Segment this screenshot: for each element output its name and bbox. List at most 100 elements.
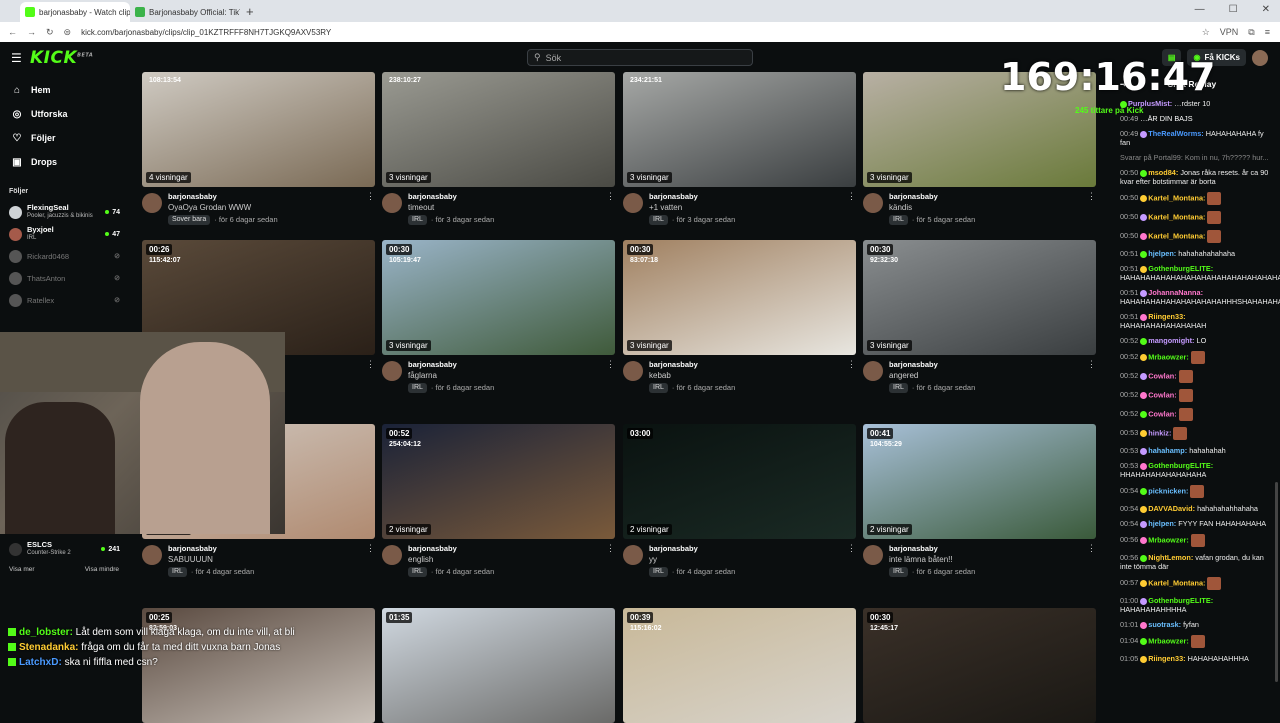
chat-username[interactable]: NightLemon:	[1148, 553, 1193, 562]
clip-thumbnail[interactable]: 238:10:27 3 visningar	[382, 72, 615, 187]
chat-username[interactable]: TheRealWorms:	[1148, 129, 1203, 138]
back-icon[interactable]: ←	[8, 27, 17, 37]
category-badge[interactable]: IRL	[649, 214, 668, 225]
show-more-button[interactable]: Visa mer	[9, 566, 35, 573]
chat-username[interactable]: Kartel_Montana:	[1148, 578, 1205, 587]
clip-card[interactable]: 115:16:02 00:39	[623, 608, 856, 723]
clip-title[interactable]: kebab	[649, 370, 735, 381]
more-options-icon[interactable]: ⋮	[366, 543, 375, 577]
chat-scrollbar[interactable]	[1275, 482, 1278, 682]
channel-avatar[interactable]	[623, 193, 643, 213]
maximize-button[interactable]: ☐	[1229, 4, 1238, 15]
chat-username[interactable]: hjelpen:	[1148, 519, 1176, 528]
clip-channel[interactable]: barjonasbaby	[408, 543, 494, 554]
clip-channel[interactable]: barjonasbaby	[408, 359, 494, 370]
category-badge[interactable]: IRL	[408, 566, 427, 577]
more-options-icon[interactable]: ⋮	[1087, 543, 1096, 577]
chat-username[interactable]: GothenburgELITE:	[1148, 264, 1213, 273]
clip-card[interactable]: 104:55:29 00:41 2 visningar barjonasbaby int…	[863, 424, 1096, 577]
channel-avatar[interactable]	[142, 545, 162, 565]
clip-title[interactable]: angered	[889, 370, 975, 381]
category-badge[interactable]: IRL	[408, 382, 427, 393]
clip-title[interactable]: SABUUUUN	[168, 554, 254, 565]
bookmark-icon[interactable]: ☆	[1202, 27, 1210, 38]
browser-tab-clips[interactable]: barjonasbaby - Watch clips on K ×	[20, 2, 130, 22]
chat-username[interactable]: Cowlan:	[1148, 390, 1176, 399]
chat-username[interactable]: picknicken:	[1148, 486, 1188, 495]
chat-username[interactable]: Kartel_Montana:	[1148, 193, 1205, 202]
following-item[interactable]: Rickard0468 ⊘	[0, 245, 126, 267]
chat-username[interactable]: hinkiz:	[1148, 428, 1171, 437]
forward-icon[interactable]: →	[27, 27, 36, 37]
more-options-icon[interactable]: ⋮	[606, 359, 615, 393]
category-badge[interactable]: IRL	[649, 382, 668, 393]
kick-logo[interactable]: KICKBETA	[30, 48, 93, 68]
clip-title[interactable]: yy	[649, 554, 735, 565]
chat-username[interactable]: Riingen33:	[1148, 654, 1185, 663]
clip-card[interactable]: 108:13:54 4 visningar barjonasbaby OyaOya G…	[142, 72, 375, 225]
reload-icon[interactable]: ↻	[46, 27, 54, 38]
chat-username[interactable]: hahahamp:	[1148, 446, 1187, 455]
more-options-icon[interactable]: ⋮	[366, 359, 375, 381]
recommended-item[interactable]: ESLCS Counter-Strike 2 241	[0, 538, 126, 560]
close-window-button[interactable]: ✕	[1262, 4, 1270, 15]
chat-username[interactable]: DAVVADavid:	[1148, 504, 1195, 513]
clip-channel[interactable]: barjonasbaby	[889, 543, 975, 554]
clip-title[interactable]: fåglarna	[408, 370, 494, 381]
vpn-button[interactable]: VPN	[1220, 27, 1239, 37]
more-options-icon[interactable]: ⋮	[1087, 191, 1096, 225]
clip-title[interactable]: inte lämna båten!!	[889, 554, 975, 565]
channel-avatar[interactable]	[863, 545, 883, 565]
category-badge[interactable]: IRL	[408, 214, 427, 225]
category-badge[interactable]: Sover bara	[168, 214, 211, 225]
clip-thumbnail[interactable]: 104:55:29 00:41 2 visningar	[863, 424, 1096, 539]
clip-title[interactable]: timeout	[408, 202, 494, 213]
channel-avatar[interactable]	[623, 545, 643, 565]
chat-username[interactable]: msod84:	[1148, 168, 1178, 177]
clip-thumbnail[interactable]: 108:13:54 4 visningar	[142, 72, 375, 187]
clip-thumbnail[interactable]: 83:07:18 00:30 3 visningar	[623, 240, 856, 355]
clip-thumbnail[interactable]: 03:00 2 visningar	[623, 424, 856, 539]
chat-username[interactable]: Kartel_Montana:	[1148, 231, 1205, 240]
chat-username[interactable]: hjelpen:	[1148, 249, 1176, 258]
site-info-icon[interactable]: ⊜	[64, 27, 72, 38]
clip-channel[interactable]: barjonasbaby	[649, 191, 735, 202]
sidebar-item-utforska[interactable]: ◎ Utforska	[0, 102, 126, 126]
clip-thumbnail[interactable]: 234:21:51 3 visningar	[623, 72, 856, 187]
more-options-icon[interactable]: ⋮	[606, 543, 615, 577]
clip-card[interactable]: 83:07:18 00:30 3 visningar barjonasbaby keba…	[623, 240, 856, 393]
clip-card[interactable]: 01:35	[382, 608, 615, 723]
clip-card[interactable]: 03:00 2 visningar barjonasbaby yy IRL · för 4…	[623, 424, 856, 577]
clip-title[interactable]: +1 vatten	[649, 202, 735, 213]
category-badge[interactable]: IRL	[889, 566, 908, 577]
clip-card[interactable]: 234:21:51 3 visningar barjonasbaby +1 vatte…	[623, 72, 856, 225]
user-avatar[interactable]	[1252, 49, 1268, 66]
clip-thumbnail[interactable]: 254:04:12 00:52 2 visningar	[382, 424, 615, 539]
more-options-icon[interactable]: ⋮	[366, 191, 375, 225]
clip-channel[interactable]: barjonasbaby	[408, 191, 494, 202]
chat-username[interactable]: mangomight:	[1148, 336, 1194, 345]
following-item[interactable]: FlexingSeal Pooler, jacuzzis & bikinis 74	[0, 201, 126, 223]
clip-thumbnail[interactable]: 115:16:02 00:39	[623, 608, 856, 723]
clip-channel[interactable]: barjonasbaby	[889, 191, 975, 202]
clip-channel[interactable]: barjonasbaby	[889, 359, 975, 370]
channel-avatar[interactable]	[863, 193, 883, 213]
chat-username[interactable]: JohannaNanna:	[1148, 288, 1203, 297]
more-options-icon[interactable]: ⋮	[847, 359, 856, 393]
sidebar-item-drops[interactable]: ▣ Drops	[0, 150, 126, 174]
clip-title[interactable]: OyaOya Grodan WWW	[168, 202, 278, 213]
sidebar-item-följer[interactable]: ♡ Följer	[0, 126, 126, 150]
chat-username[interactable]: Cowlan:	[1148, 371, 1176, 380]
more-options-icon[interactable]: ⋮	[847, 543, 856, 577]
following-item[interactable]: Byxjoel IRL 47	[0, 223, 126, 245]
clip-card[interactable]: 254:04:12 00:52 2 visningar barjonasbaby eng…	[382, 424, 615, 577]
channel-avatar[interactable]	[382, 545, 402, 565]
minimize-button[interactable]: —	[1195, 4, 1205, 15]
sidebar-item-hem[interactable]: ⌂ Hem	[0, 78, 126, 102]
channel-avatar[interactable]	[863, 361, 883, 381]
clip-thumbnail[interactable]: 01:35	[382, 608, 615, 723]
clip-channel[interactable]: barjonasbaby	[168, 543, 254, 554]
new-tab-button[interactable]: +	[246, 4, 254, 19]
more-options-icon[interactable]: ⋮	[606, 191, 615, 225]
chat-username[interactable]: Mrbaowzer:	[1148, 352, 1189, 361]
